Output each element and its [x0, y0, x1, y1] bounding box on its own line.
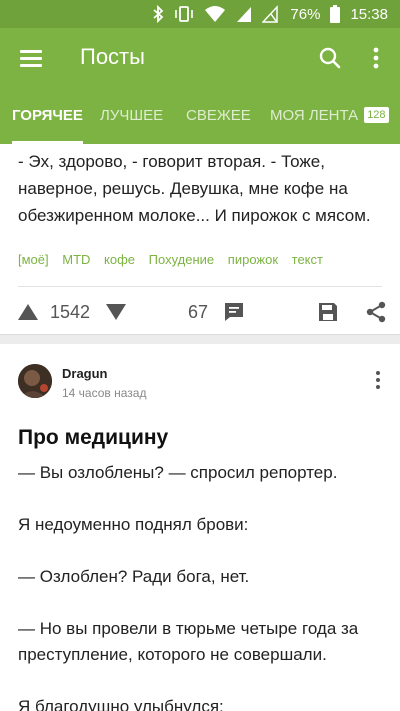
tab-hot[interactable]: ГОРЯЧЕЕ	[12, 88, 83, 144]
upvote-icon[interactable]	[16, 300, 40, 324]
tab-label: ЛУЧШЕЕ	[100, 107, 164, 124]
downvote-icon[interactable]	[104, 300, 128, 324]
post-time: 14 часов назад	[62, 386, 147, 400]
rating-count: 1542	[50, 302, 91, 322]
feed-count-badge: 128	[364, 107, 389, 123]
tab-label: СВЕЖЕЕ	[186, 107, 251, 124]
more-vertical-icon[interactable]	[366, 46, 386, 70]
tag[interactable]: кофе	[104, 252, 135, 267]
comments-count[interactable]: 67	[188, 300, 208, 324]
post-separator	[0, 334, 400, 344]
post-actions: 1542 67	[0, 294, 400, 330]
tab-bar: ГОРЯЧЕЕ ЛУЧШЕЕ СВЕЖЕЕ МОЯ ЛЕНТА 128	[0, 88, 400, 144]
post-card: Dragun 14 часов назад Про медицину — Вы …	[0, 344, 400, 711]
search-icon[interactable]	[318, 46, 342, 70]
tab-fresh[interactable]: СВЕЖЕЕ	[186, 88, 251, 144]
save-icon[interactable]	[316, 300, 340, 324]
paragraph: — Озлоблен? Ради бога, нет.	[18, 567, 250, 586]
paragraph: — Вы озлоблены? — спросил репортер.	[18, 463, 338, 482]
vibrate-icon	[174, 5, 194, 23]
tab-best[interactable]: ЛУЧШЕЕ	[100, 88, 163, 144]
no-sim-signal-icon	[262, 5, 279, 23]
app-bar: Посты	[0, 28, 400, 88]
tab-label: МОЯ ЛЕНТА	[270, 107, 359, 124]
author-name[interactable]: Dragun	[62, 366, 108, 381]
divider	[18, 286, 382, 287]
page-title: Посты	[80, 44, 145, 69]
signal-icon	[236, 5, 252, 23]
avatar[interactable]	[18, 364, 52, 398]
battery-icon	[330, 5, 341, 23]
post-card: - Эх, здорово, - говорит вторая. - Тоже,…	[0, 144, 400, 334]
post-text: - Эх, здорово, - говорит вторая. - Тоже,…	[18, 152, 371, 225]
share-icon[interactable]	[364, 300, 388, 324]
tab-label: ГОРЯЧЕЕ	[12, 107, 83, 124]
menu-icon[interactable]	[20, 48, 42, 68]
tag[interactable]: MTD	[62, 252, 90, 267]
clock: 15:38	[350, 5, 388, 23]
tag-list: [моё] MTD кофе Похудение пирожок текст	[18, 252, 388, 267]
tag[interactable]: текст	[292, 252, 323, 267]
post-body: — Вы озлоблены? — спросил репортер. Я не…	[18, 460, 382, 711]
bluetooth-icon	[152, 5, 164, 23]
tag[interactable]: [моё]	[18, 252, 49, 267]
tag[interactable]: пирожок	[228, 252, 278, 267]
comment-icon[interactable]	[222, 300, 246, 324]
paragraph: — Но вы провели в тюрьме четыре года за …	[18, 619, 359, 664]
post-title[interactable]: Про медицину	[18, 426, 168, 450]
paragraph: Я недоуменно поднял брови:	[18, 515, 249, 534]
post-more-icon[interactable]	[372, 370, 384, 390]
wifi-icon	[204, 5, 226, 23]
paragraph: Я благодушно улыбнулся:	[18, 697, 224, 711]
battery-percent: 76%	[290, 5, 321, 23]
tag[interactable]: Похудение	[149, 252, 214, 267]
status-bar: 76% 15:38	[0, 0, 400, 28]
tab-my-feed[interactable]: МОЯ ЛЕНТА 128	[270, 88, 389, 144]
